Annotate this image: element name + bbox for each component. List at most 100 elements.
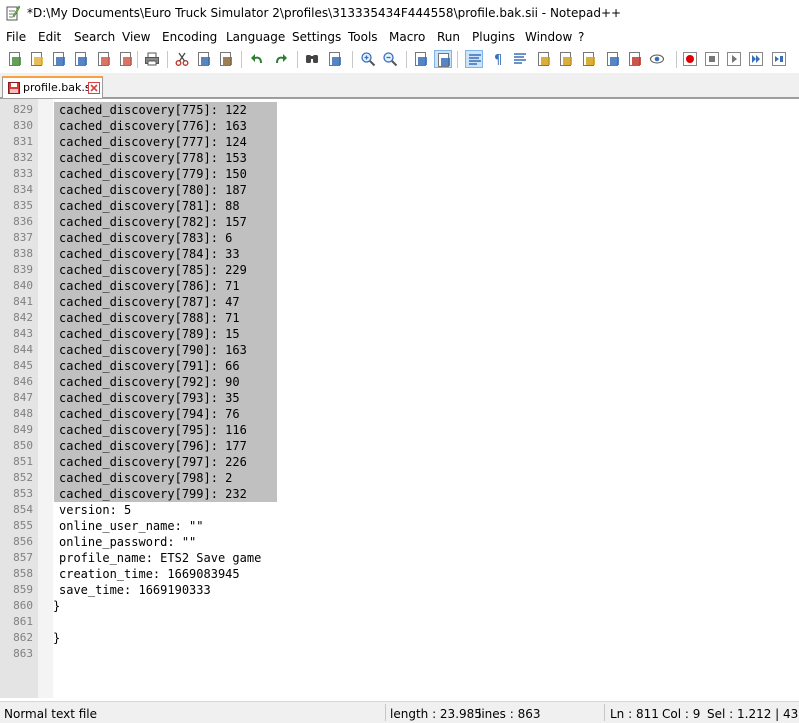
editor-line[interactable]: 842 cached_discovery[788]: 71	[0, 310, 799, 326]
menu-settings[interactable]: Settings	[292, 30, 341, 44]
text-editor[interactable]: 829 cached_discovery[775]: 122 830 cached_d…	[0, 98, 799, 698]
editor-line[interactable]: 855 online_user_name: ""	[0, 518, 799, 534]
editor-line[interactable]: 834 cached_discovery[780]: 187	[0, 182, 799, 198]
line-number: 853	[13, 487, 33, 500]
menu-window[interactable]: Window	[525, 30, 572, 44]
editor-line[interactable]: 846 cached_discovery[792]: 90	[0, 374, 799, 390]
line-text: cached_discovery[786]: 71	[59, 279, 240, 293]
editor-line[interactable]: 859 save_time: 1669190333	[0, 582, 799, 598]
menu-help[interactable]: ?	[578, 30, 584, 44]
editor-line[interactable]: 841 cached_discovery[787]: 47	[0, 294, 799, 310]
menu-file[interactable]: File	[6, 30, 26, 44]
menu-tools[interactable]: Tools	[348, 30, 378, 44]
word-wrap-button[interactable]	[465, 50, 483, 68]
menu-language[interactable]: Language	[226, 30, 285, 44]
editor-line[interactable]: 848 cached_discovery[794]: 76	[0, 406, 799, 422]
menu-edit[interactable]: Edit	[38, 30, 61, 44]
editor-line[interactable]: 836 cached_discovery[782]: 157	[0, 214, 799, 230]
function-list-button[interactable]	[535, 50, 553, 68]
document-map-button[interactable]	[580, 50, 598, 68]
editor-line[interactable]: 857 profile_name: ETS2 Save game	[0, 550, 799, 566]
replace-button[interactable]	[326, 50, 344, 68]
line-text: cached_discovery[778]: 153	[59, 151, 247, 165]
save-button[interactable]	[50, 50, 68, 68]
project-panel-button[interactable]	[626, 50, 644, 68]
editor-line[interactable]: 850 cached_discovery[796]: 177	[0, 438, 799, 454]
editor-line[interactable]: 840 cached_discovery[786]: 71	[0, 278, 799, 294]
line-text: cached_discovery[783]: 6	[59, 231, 233, 245]
doc-list-button[interactable]	[604, 50, 622, 68]
indent-guide-button[interactable]	[511, 50, 529, 68]
tab-label: profile.bak.sii	[23, 81, 97, 94]
editor-line[interactable]: 851 cached_discovery[797]: 226	[0, 454, 799, 470]
record-macro-button[interactable]	[681, 50, 699, 68]
monitoring-button[interactable]	[648, 50, 666, 68]
run-macro-multiple-button[interactable]	[747, 50, 765, 68]
close-tab-icon[interactable]	[88, 82, 100, 94]
open-file-button[interactable]	[28, 50, 46, 68]
sync-vertical-icon	[415, 52, 427, 66]
redo-button[interactable]	[271, 50, 289, 68]
editor-line[interactable]: 863	[0, 646, 799, 662]
editor-line[interactable]: 833 cached_discovery[779]: 150	[0, 166, 799, 182]
status-divider	[385, 704, 386, 721]
editor-line[interactable]: 831 cached_discovery[777]: 124	[0, 134, 799, 150]
cut-button[interactable]	[173, 50, 191, 68]
editor-line[interactable]: 844 cached_discovery[790]: 163	[0, 342, 799, 358]
editor-line[interactable]: 835 cached_discovery[781]: 88	[0, 198, 799, 214]
editor-line[interactable]: 837 cached_discovery[783]: 6	[0, 230, 799, 246]
close-all-button[interactable]	[117, 50, 135, 68]
replace-icon	[329, 52, 341, 66]
line-number: 838	[13, 247, 33, 260]
save-all-button[interactable]	[72, 50, 90, 68]
new-file-button[interactable]	[6, 50, 24, 68]
line-text: }	[53, 631, 61, 645]
copy-button[interactable]	[195, 50, 213, 68]
line-text: cached_discovery[792]: 90	[59, 375, 240, 389]
editor-line[interactable]: 829 cached_discovery[775]: 122	[0, 102, 799, 118]
paste-button[interactable]	[217, 50, 235, 68]
monitoring-icon	[650, 54, 664, 64]
editor-line[interactable]: 852 cached_discovery[798]: 2	[0, 470, 799, 486]
show-all-chars-button[interactable]: ¶	[489, 50, 507, 68]
close-button[interactable]	[95, 50, 113, 68]
editor-line[interactable]: 832 cached_discovery[778]: 153	[0, 150, 799, 166]
play-macro-button[interactable]	[725, 50, 743, 68]
menu-search[interactable]: Search	[74, 30, 115, 44]
editor-line[interactable]: 838 cached_discovery[784]: 33	[0, 246, 799, 262]
undo-button[interactable]	[249, 50, 267, 68]
menu-macro[interactable]: Macro	[389, 30, 425, 44]
save-macro-button[interactable]	[770, 50, 788, 68]
editor-line[interactable]: 856 online_password: ""	[0, 534, 799, 550]
editor-line[interactable]: 854 version: 5	[0, 502, 799, 518]
line-number: 834	[13, 183, 33, 196]
line-number: 833	[13, 167, 33, 180]
sync-horizontal-button[interactable]	[434, 50, 452, 68]
editor-line[interactable]: 860}	[0, 598, 799, 614]
zoom-out-button[interactable]	[381, 50, 399, 68]
find-button[interactable]	[303, 50, 321, 68]
print-button[interactable]	[143, 50, 161, 68]
sync-vertical-button[interactable]	[412, 50, 430, 68]
editor-line[interactable]: 839 cached_discovery[785]: 229	[0, 262, 799, 278]
line-text: cached_discovery[779]: 150	[59, 167, 247, 181]
menu-view[interactable]: View	[122, 30, 150, 44]
editor-line[interactable]: 847 cached_discovery[793]: 35	[0, 390, 799, 406]
menu-encoding[interactable]: Encoding	[162, 30, 217, 44]
menu-run[interactable]: Run	[437, 30, 460, 44]
editor-line[interactable]: 830 cached_discovery[776]: 163	[0, 118, 799, 134]
editor-line[interactable]: 861	[0, 614, 799, 630]
menu-plugins[interactable]: Plugins	[472, 30, 515, 44]
stop-record-button[interactable]	[703, 50, 721, 68]
tab-profile-bak-sii[interactable]: profile.bak.sii	[2, 76, 103, 98]
folder-as-workspace-button[interactable]	[557, 50, 575, 68]
editor-line[interactable]: 845 cached_discovery[791]: 66	[0, 358, 799, 374]
editor-line[interactable]: 862}	[0, 630, 799, 646]
zoom-in-button[interactable]	[359, 50, 377, 68]
editor-line[interactable]: 853 cached_discovery[799]: 232	[0, 486, 799, 502]
line-number: 856	[13, 535, 33, 548]
editor-line[interactable]: 849 cached_discovery[795]: 116	[0, 422, 799, 438]
editor-line[interactable]: 843 cached_discovery[789]: 15	[0, 326, 799, 342]
editor-line[interactable]: 858 creation_time: 1669083945	[0, 566, 799, 582]
toolbar-separator	[676, 51, 677, 68]
